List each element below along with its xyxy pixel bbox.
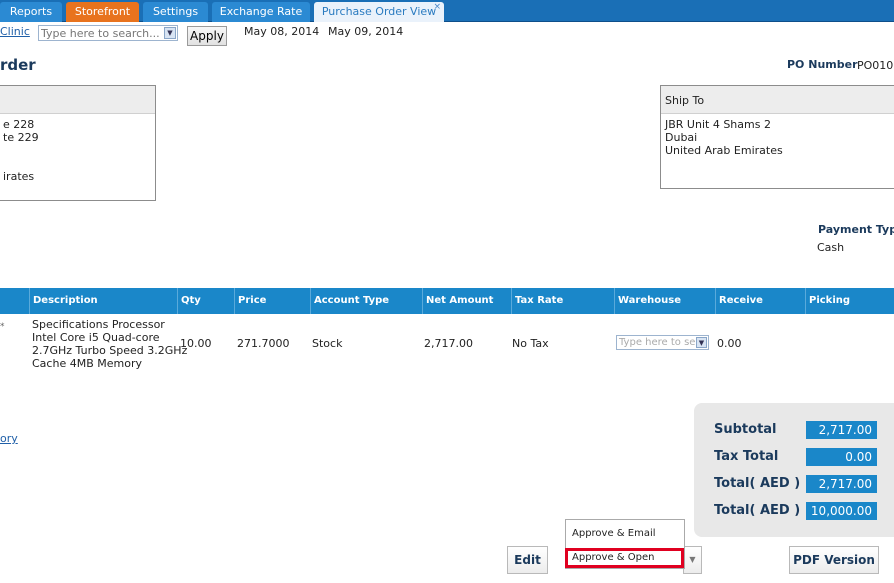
close-icon[interactable]: × [433, 0, 441, 17]
col-qty: Qty [177, 288, 234, 314]
bill-to-line [0, 144, 155, 157]
ship-to-line: JBR Unit 4 Shams 2 [665, 118, 771, 131]
tab-reports[interactable]: Reports [0, 2, 62, 22]
bill-to-line: e 228 [3, 118, 35, 131]
bill-to-line [0, 157, 155, 170]
history-link[interactable]: ory [0, 432, 18, 445]
tab-bar: Reports Storefront Settings Exchange Rat… [0, 0, 894, 22]
bill-to-box: e 228 te 229 irates [0, 85, 156, 201]
description-line: Cache 4MB Memory [32, 357, 142, 370]
chevron-down-icon[interactable]: ▼ [164, 27, 176, 39]
tab-storefront[interactable]: Storefront [66, 2, 139, 22]
edit-button[interactable]: Edit [507, 546, 548, 574]
total-aed-value: 2,717.00 [806, 475, 877, 493]
search-field[interactable]: ▼ [38, 25, 178, 41]
bill-to-line: irates [3, 170, 35, 183]
payment-type-label: Payment Type [818, 223, 894, 236]
search-input[interactable] [39, 26, 161, 40]
tab-settings[interactable]: Settings [143, 2, 208, 22]
ship-to-box: Ship To JBR Unit 4 Shams 2 Dubai United … [660, 85, 894, 189]
menu-item-approve-email[interactable]: Approve & Email [572, 528, 656, 539]
approve-open-highlight [565, 548, 684, 568]
apply-button[interactable]: Apply [187, 26, 227, 46]
ship-to-line: United Arab Emirates [665, 144, 783, 157]
clinic-link[interactable]: Clinic [0, 25, 30, 38]
item-price: 271.7000 [237, 337, 290, 350]
chevron-down-icon[interactable]: ▼ [696, 337, 707, 348]
item-tax-rate: No Tax [512, 337, 549, 350]
total-aed-label: Total( AED ) [714, 476, 801, 491]
subtotal-label: Subtotal [714, 422, 777, 437]
page-title: rder [0, 56, 36, 74]
warehouse-placeholder: Type here to sea [619, 337, 702, 348]
po-number-value: PO0101 [857, 59, 894, 72]
col-account-type: Account Type [310, 288, 422, 314]
warehouse-select[interactable]: Type here to sea ▼ [616, 335, 709, 350]
row-marker: * [0, 322, 5, 332]
description-line: Intel Core i5 Quad-core [32, 331, 160, 344]
po-number-label: PO Number [787, 58, 858, 71]
item-receive: 0.00 [717, 337, 742, 350]
ship-to-line: Dubai [665, 131, 698, 144]
item-net-amount: 2,717.00 [424, 337, 473, 350]
description-line: 2.7GHz Turbo Speed 3.2GHz [32, 344, 188, 357]
tab-purchase-order-view[interactable]: Purchase Order View × [314, 2, 444, 22]
item-qty: 10.00 [180, 337, 212, 350]
line-items-header: Description Qty Price Account Type Net A… [0, 288, 894, 314]
chevron-down-icon[interactable]: ▼ [683, 546, 702, 574]
col-picking: Picking [805, 288, 894, 314]
total-aed-label: Total( AED ) [714, 503, 801, 518]
tax-total-value: 0.00 [806, 448, 877, 466]
tab-exchange-rate[interactable]: Exchange Rate [212, 2, 310, 22]
pdf-version-button[interactable]: PDF Version [789, 546, 879, 574]
totals-panel: Subtotal 2,717.00 Tax Total 0.00 Total( … [694, 403, 894, 537]
description-line: Specifications Processor [32, 318, 165, 331]
item-description: Specifications Processor Intel Core i5 Q… [32, 318, 187, 370]
bill-to-header [0, 86, 155, 114]
total-aed-value: 10,000.00 [806, 502, 877, 520]
col-receive: Receive [715, 288, 805, 314]
date-to: May 09, 2014 [328, 25, 404, 38]
payment-type-value: Cash [817, 241, 845, 254]
item-account-type: Stock [312, 337, 343, 350]
tax-total-label: Tax Total [714, 449, 779, 464]
bill-to-line: te 229 [3, 131, 39, 144]
col-warehouse: Warehouse [614, 288, 715, 314]
ship-to-header: Ship To [661, 86, 894, 114]
col-description: Description [29, 288, 177, 314]
col-net-amount: Net Amount [422, 288, 511, 314]
col-price: Price [234, 288, 310, 314]
tab-label: Purchase Order View [321, 5, 437, 18]
subtotal-value: 2,717.00 [806, 421, 877, 439]
col-tax-rate: Tax Rate [511, 288, 614, 314]
date-from: May 08, 2014 [244, 25, 320, 38]
